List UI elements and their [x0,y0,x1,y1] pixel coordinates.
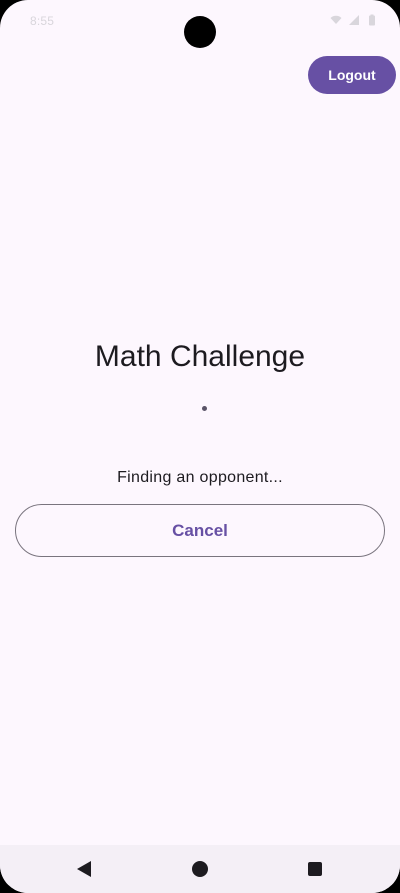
matchmaking-status-text: Finding an opponent... [117,469,283,486]
system-navigation-bar [0,845,400,893]
back-icon [77,861,91,877]
page-title: Math Challenge [94,340,306,373]
battery-icon [369,14,375,26]
home-icon [192,861,208,877]
logout-button[interactable]: Logout [308,56,396,94]
loading-indicator [202,406,207,411]
wifi-icon [330,15,342,24]
signal-icon [349,15,359,25]
recents-button[interactable] [303,857,327,881]
status-icons [330,14,378,26]
cancel-button[interactable]: Cancel [15,504,385,557]
back-button[interactable] [72,857,96,881]
app-screen: 8:55 Logout Math Challenge Finding an op… [0,0,400,893]
camera-cutout [184,16,216,48]
recents-icon [308,862,322,876]
home-button[interactable] [188,857,212,881]
status-time: 8:55 [30,14,55,28]
